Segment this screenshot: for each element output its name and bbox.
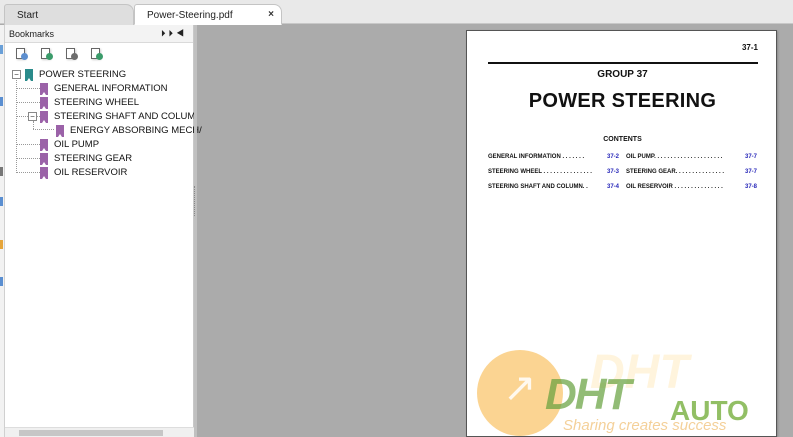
group-heading: GROUP 37 [597,69,648,80]
watermark-slogan: Sharing creates success [563,417,727,434]
collapse-steering-shaft-icon[interactable]: − [28,112,37,121]
panel-controls: ⏵⏵◀ [161,28,187,39]
toc-entry-page-link[interactable]: 37-3 [607,169,619,175]
watermark-brand: DHT [545,370,631,419]
scrollbar-thumb[interactable] [19,430,163,436]
toc-entry-text: STEERING SHAFT AND COLUMN. . [488,184,588,190]
attachments-panel-icon[interactable] [0,197,3,206]
watermark-logo: ↗ DHT DHT AUTO Sharing creates success [475,345,793,437]
bookmark-icon [40,139,48,151]
bookmark-label: ENERGY ABSORBING MECH/ [70,125,202,136]
toc-entry-page-link[interactable]: 37-4 [607,184,619,190]
toc-entry-text: STEERING WHEEL . . . . . . . . . . . . .… [488,169,592,175]
document-title: POWER STEERING [528,90,717,112]
tab-start-label: Start [17,10,39,21]
toc-entry-page-link[interactable]: 37-8 [745,184,757,190]
tab-document[interactable]: Power-Steering.pdf × [134,4,282,25]
page-number: 37-1 [741,43,758,52]
splitter-grip[interactable] [194,186,197,216]
bookmark-icon [40,167,48,179]
bookmarks-horizontal-scrollbar[interactable] [5,427,194,437]
bookmarks-toolbar [5,43,193,67]
toc-entry-page-link[interactable]: 37-7 [745,154,757,160]
bookmarks-panel-icon[interactable] [0,97,3,106]
expand-bookmark-icon[interactable] [15,47,28,61]
bookmarks-title: Bookmarks [9,29,55,39]
toc-entry-text: GENERAL INFORMATION . . . . . . . [488,154,585,160]
toc-entry-text: OIL PUMP. . . . . . . . . . . . . . . . … [626,154,723,160]
add-bookmark-icon[interactable] [40,47,53,61]
contents-heading: CONTENTS [603,136,642,143]
search-panel-icon[interactable] [0,277,3,286]
thumbnail-panel-icon[interactable] [0,45,3,54]
bookmark-icon [25,69,33,81]
bookmark-icon [40,153,48,165]
pdf-reader-window: Start Power-Steering.pdf × Bookmarks ⏵⏵◀ [0,0,793,437]
toc-entry-text: OIL RESERVOIR . . . . . . . . . . . . . … [626,184,723,190]
bookmark-icon [40,111,48,123]
comments-panel-icon[interactable] [0,240,3,249]
tab-document-label: Power-Steering.pdf [147,10,233,21]
tab-start[interactable]: Start [4,4,134,25]
bookmarks-header: Bookmarks ⏵⏵◀ [5,25,193,43]
collapse-power-steering-icon[interactable]: − [12,70,21,79]
arrow-icon: ↗ [503,366,537,410]
bookmark-label: GENERAL INFORMATION [54,83,168,94]
bookmark-icon [40,83,48,95]
bookmark-label: STEERING WHEEL [54,97,139,108]
toc-entry-text: STEERING GEAR. . . . . . . . . . . . . .… [626,169,725,175]
collapse-panel-icon[interactable]: ◀ [176,28,187,38]
toc-entry-page-link[interactable]: 37-7 [745,169,757,175]
bookmark-label: OIL PUMP [54,139,100,150]
bookmarks-panel: Bookmarks ⏵⏵◀ − POWER STEERING GENERAL I… [5,25,202,437]
header-rule [488,62,758,64]
toc-entry-page-link[interactable]: 37-2 [607,154,619,160]
expand-panel-icon[interactable]: ⏵⏵ [161,28,176,38]
layers-panel-icon[interactable] [0,167,3,176]
panel-splitter[interactable] [194,25,197,437]
go-to-bookmark-icon[interactable] [65,47,78,61]
bookmark-label: POWER STEERING [39,69,127,80]
bookmark-label: OIL RESERVOIR [54,167,128,178]
bookmark-label: STEERING GEAR [54,153,133,164]
bookmark-label: STEERING SHAFT AND COLUMI [54,111,198,122]
bookmark-icon [56,125,64,137]
tab-bar: Start Power-Steering.pdf × [0,0,793,25]
bookmark-icon [40,97,48,109]
close-icon[interactable]: × [268,9,274,20]
bookmark-options-icon[interactable] [90,47,103,61]
